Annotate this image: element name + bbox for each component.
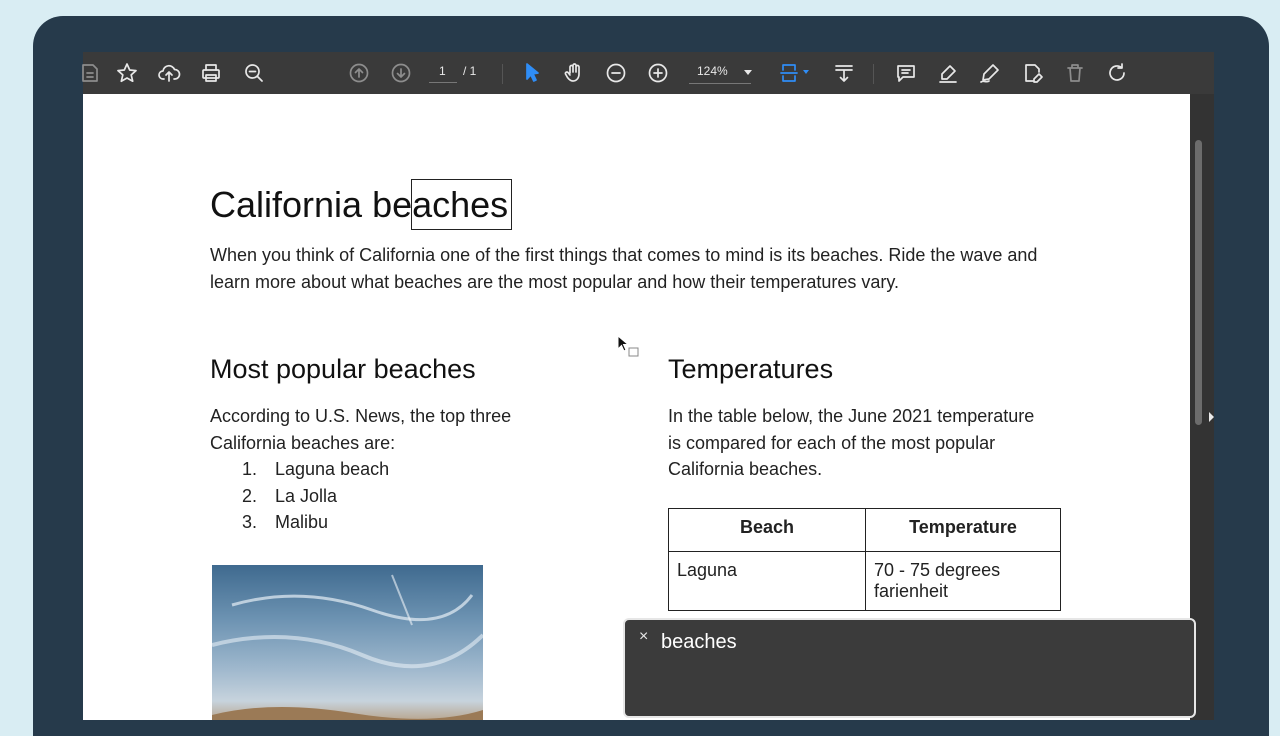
temperatures-paragraph: In the table below, the June 2021 temper… [668,406,1035,479]
panel-expand-arrow-icon[interactable] [1209,412,1214,422]
hand-icon[interactable] [559,58,589,88]
delete-icon[interactable] [1060,58,1090,88]
beach-list: 1. Laguna beach 2. La Jolla 3. Malibu [210,456,389,536]
beach-photo [212,565,483,720]
pdf-toolbar: 1 / 1 124% [82,52,1214,94]
edit-pdf-icon[interactable] [1018,58,1048,88]
zoom-out-search-icon[interactable] [239,58,269,88]
page-number-input[interactable]: 1 [439,64,446,78]
search-match-highlight [411,179,512,230]
page-total: / 1 [463,64,477,78]
temperatures-heading: Temperatures [668,354,834,384]
star-icon[interactable] [112,58,142,88]
scrollbar-thumb[interactable] [1195,140,1202,425]
rotate-icon[interactable] [1102,58,1132,88]
highlight-icon[interactable] [933,58,963,88]
popular-heading: Most popular beaches [210,354,476,384]
fit-page-icon[interactable] [774,58,804,88]
find-input[interactable] [659,630,1063,655]
page-input-underline [429,82,457,83]
table-header: Beach [668,508,866,552]
list-item: 3. Malibu [242,512,329,532]
print-icon[interactable] [196,58,226,88]
list-item: 2. La Jolla [242,485,338,506]
table-cell: Laguna [668,551,866,611]
zoom-in-icon[interactable] [643,58,673,88]
zoom-underline [689,83,751,84]
toolbar-divider [873,64,874,84]
table-header-row: Beach Temperature [668,508,1061,552]
scroll-mode-icon[interactable] [829,58,859,88]
table-header: Temperature [865,508,1061,552]
page-icon[interactable] [75,58,105,88]
sign-icon[interactable] [975,58,1005,88]
fit-dropdown-icon[interactable] [803,70,809,74]
list-item: 1. Laguna beach [242,459,390,479]
comment-icon[interactable] [891,58,921,88]
zoom-out-icon[interactable] [601,58,631,88]
prev-page-icon[interactable] [344,58,374,88]
temperature-table: Beach Temperature Laguna 70 - 75 degrees… [668,508,1061,611]
intro-paragraph: When you think of California one of the … [210,245,1038,292]
zoom-level[interactable]: 124% [697,64,728,78]
popular-paragraph: According to U.S. News, the top three Ca… [210,406,512,453]
find-panel: × [623,618,1196,718]
select-cursor-icon[interactable] [517,58,547,88]
toolbar-divider [502,64,503,84]
mouse-cursor-icon [617,334,641,364]
zoom-dropdown-icon[interactable] [744,70,752,75]
upload-icon[interactable] [154,58,184,88]
next-page-icon[interactable] [386,58,416,88]
close-icon[interactable]: × [639,628,648,646]
table-cell: 70 - 75 degrees farienheit [865,551,1061,611]
table-row: Laguna 70 - 75 degrees farienheit [668,551,1061,611]
